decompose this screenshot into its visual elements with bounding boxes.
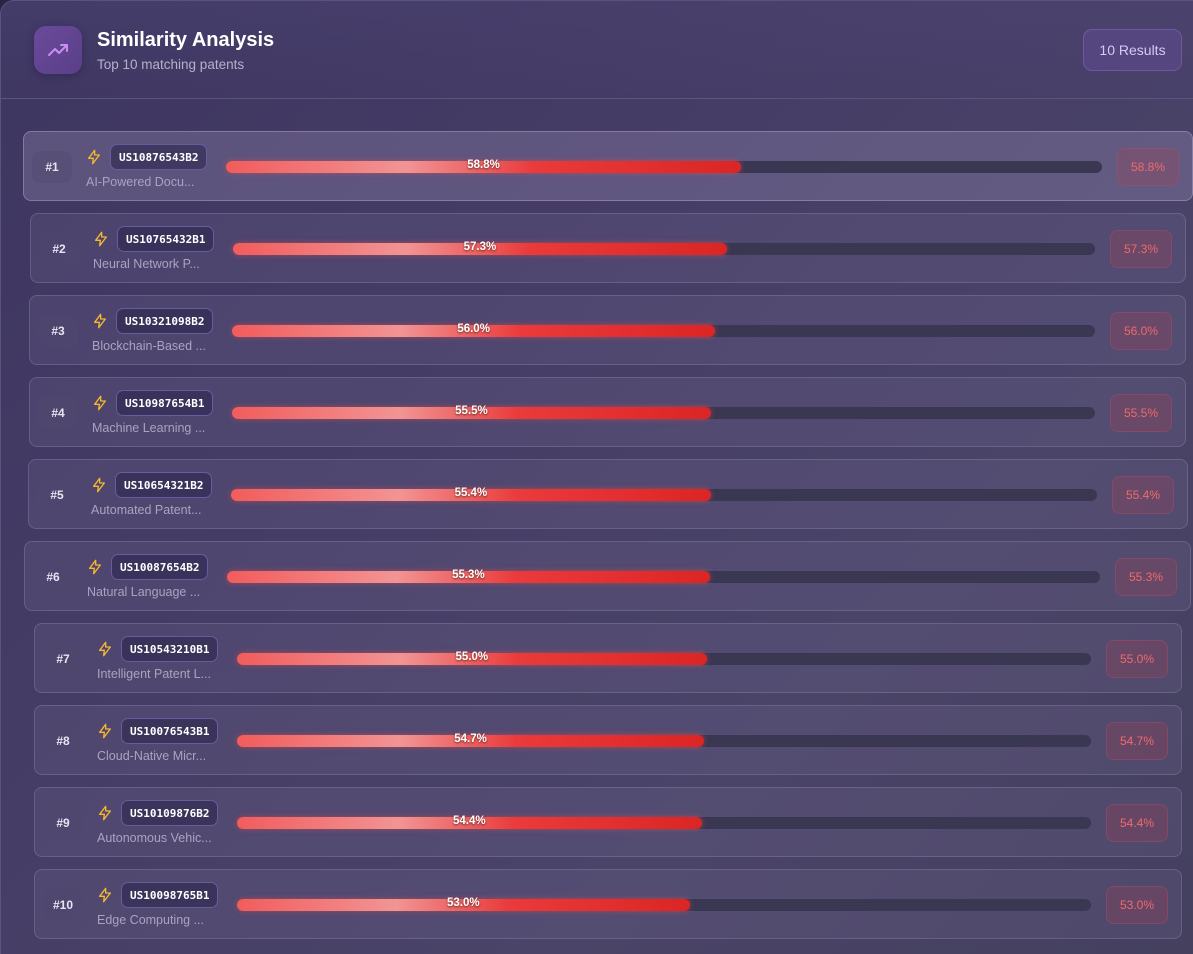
page-title: Similarity Analysis bbox=[97, 29, 275, 51]
page-subtitle: Top 10 matching patents bbox=[97, 57, 245, 72]
patent-id-tag[interactable]: US10543210B1 bbox=[121, 636, 219, 662]
patent-title: Neural Network P... bbox=[93, 257, 200, 271]
patent-id-tag[interactable]: US10987654B1 bbox=[116, 390, 214, 416]
patent-title: Machine Learning ... bbox=[92, 421, 206, 435]
rank-badge: #10 bbox=[43, 889, 83, 921]
lightning-bolt-icon bbox=[99, 641, 111, 657]
patent-title: Intelligent Patent L... bbox=[97, 667, 211, 681]
rank-badge: #1 bbox=[32, 151, 72, 183]
result-row[interactable]: #10 US10098765B1 Edge Computing ... 53.0… bbox=[34, 869, 1182, 939]
patent-id-tag[interactable]: US10321098B2 bbox=[116, 308, 214, 334]
trending-up-icon bbox=[34, 26, 82, 74]
similarity-bar-label: 55.5% bbox=[455, 405, 488, 417]
similarity-score-badge: 55.5% bbox=[1110, 394, 1172, 432]
result-row[interactable]: #7 US10543210B1 Intelligent Patent L... … bbox=[34, 623, 1182, 693]
similarity-bar-label: 54.4% bbox=[452, 815, 486, 827]
lightning-bolt-icon bbox=[89, 559, 101, 575]
patent-title: Blockchain-Based ... bbox=[92, 339, 206, 353]
result-row[interactable]: #8 US10076543B1 Cloud-Native Micr... 54.… bbox=[34, 705, 1182, 775]
similarity-bar-track bbox=[237, 817, 1091, 829]
patent-id-tag[interactable]: US10654321B2 bbox=[115, 472, 213, 498]
similarity-bar-label: 53.0% bbox=[446, 897, 480, 909]
similarity-bar-label: 56.0% bbox=[457, 323, 490, 335]
patent-id-tag[interactable]: US10109876B2 bbox=[121, 800, 219, 826]
similarity-score-badge: 56.0% bbox=[1110, 312, 1172, 350]
patent-title: Autonomous Vehic... bbox=[97, 831, 212, 845]
rank-badge: #6 bbox=[33, 561, 73, 593]
similarity-bar-label: 55.4% bbox=[454, 487, 488, 499]
similarity-bar-label: 54.7% bbox=[454, 733, 487, 745]
similarity-score-badge: 54.4% bbox=[1106, 804, 1168, 842]
lightning-bolt-icon bbox=[88, 149, 100, 165]
similarity-score-badge: 55.4% bbox=[1112, 476, 1174, 514]
lightning-bolt-icon bbox=[94, 313, 106, 329]
similarity-bar-label: 57.3% bbox=[463, 241, 497, 253]
rank-badge: #9 bbox=[43, 807, 83, 839]
similarity-bar-track bbox=[237, 735, 1091, 747]
similarity-score-badge: 58.8% bbox=[1117, 148, 1179, 186]
result-row[interactable]: #6 US10087654B2 Natural Language ... 55.… bbox=[24, 541, 1191, 611]
rank-badge: #5 bbox=[37, 479, 77, 511]
patent-title: AI-Powered Docu... bbox=[86, 175, 195, 189]
rank-badge: #8 bbox=[43, 725, 83, 757]
similarity-score-badge: 57.3% bbox=[1110, 230, 1172, 268]
similarity-bar-track bbox=[237, 899, 1091, 911]
lightning-bolt-icon bbox=[94, 395, 106, 411]
similarity-bar-track bbox=[226, 161, 1102, 173]
patent-id-tag[interactable]: US10098765B1 bbox=[121, 882, 219, 908]
patent-id-tag[interactable]: US10076543B1 bbox=[121, 718, 219, 744]
similarity-bar-label: 55.0% bbox=[455, 651, 489, 663]
similarity-bar-track bbox=[227, 571, 1100, 583]
similarity-bar-track bbox=[231, 489, 1097, 501]
patent-id-tag[interactable]: US10087654B2 bbox=[111, 554, 209, 580]
similarity-score-badge: 55.3% bbox=[1115, 558, 1177, 596]
similarity-score-badge: 55.0% bbox=[1106, 640, 1168, 678]
result-row[interactable]: #1 US10876543B2 AI-Powered Docu... 58.8%… bbox=[23, 131, 1193, 201]
patent-title: Edge Computing ... bbox=[97, 913, 205, 927]
lightning-bolt-icon bbox=[99, 887, 111, 903]
lightning-bolt-icon bbox=[99, 723, 111, 739]
result-row[interactable]: #9 US10109876B2 Autonomous Vehic... 54.4… bbox=[34, 787, 1182, 857]
similarity-panel: Similarity Analysis Top 10 matching pate… bbox=[0, 0, 1193, 954]
result-row[interactable]: #2 US10765432B1 Neural Network P... 57.3… bbox=[30, 213, 1186, 283]
similarity-score-badge: 53.0% bbox=[1106, 886, 1168, 924]
lightning-bolt-icon bbox=[99, 805, 111, 821]
patent-title: Natural Language ... bbox=[87, 585, 201, 599]
panel-header: Similarity Analysis Top 10 matching pate… bbox=[1, 1, 1193, 99]
lightning-bolt-icon bbox=[95, 231, 107, 247]
patent-title: Cloud-Native Micr... bbox=[97, 749, 207, 763]
similarity-bar-label: 58.8% bbox=[467, 159, 500, 171]
patent-title: Automated Patent... bbox=[91, 503, 202, 517]
similarity-bar-track bbox=[233, 243, 1095, 255]
rank-badge: #2 bbox=[39, 233, 79, 265]
similarity-bar-track bbox=[237, 653, 1091, 665]
results-count-badge: 10 Results bbox=[1083, 29, 1182, 71]
rank-badge: #4 bbox=[38, 397, 78, 429]
rank-badge: #3 bbox=[38, 315, 78, 347]
similarity-bar-track bbox=[232, 325, 1095, 337]
lightning-bolt-icon bbox=[93, 477, 105, 493]
result-row[interactable]: #3 US10321098B2 Blockchain-Based ... 56.… bbox=[29, 295, 1186, 365]
similarity-bar-label: 55.3% bbox=[452, 569, 485, 581]
patent-id-tag[interactable]: US10876543B2 bbox=[110, 144, 208, 170]
similarity-bar-track bbox=[232, 407, 1095, 419]
similarity-score-badge: 54.7% bbox=[1106, 722, 1168, 760]
patent-id-tag[interactable]: US10765432B1 bbox=[117, 226, 215, 252]
result-row[interactable]: #5 US10654321B2 Automated Patent... 55.4… bbox=[28, 459, 1188, 529]
rank-badge: #7 bbox=[43, 643, 83, 675]
result-row[interactable]: #4 US10987654B1 Machine Learning ... 55.… bbox=[29, 377, 1186, 447]
